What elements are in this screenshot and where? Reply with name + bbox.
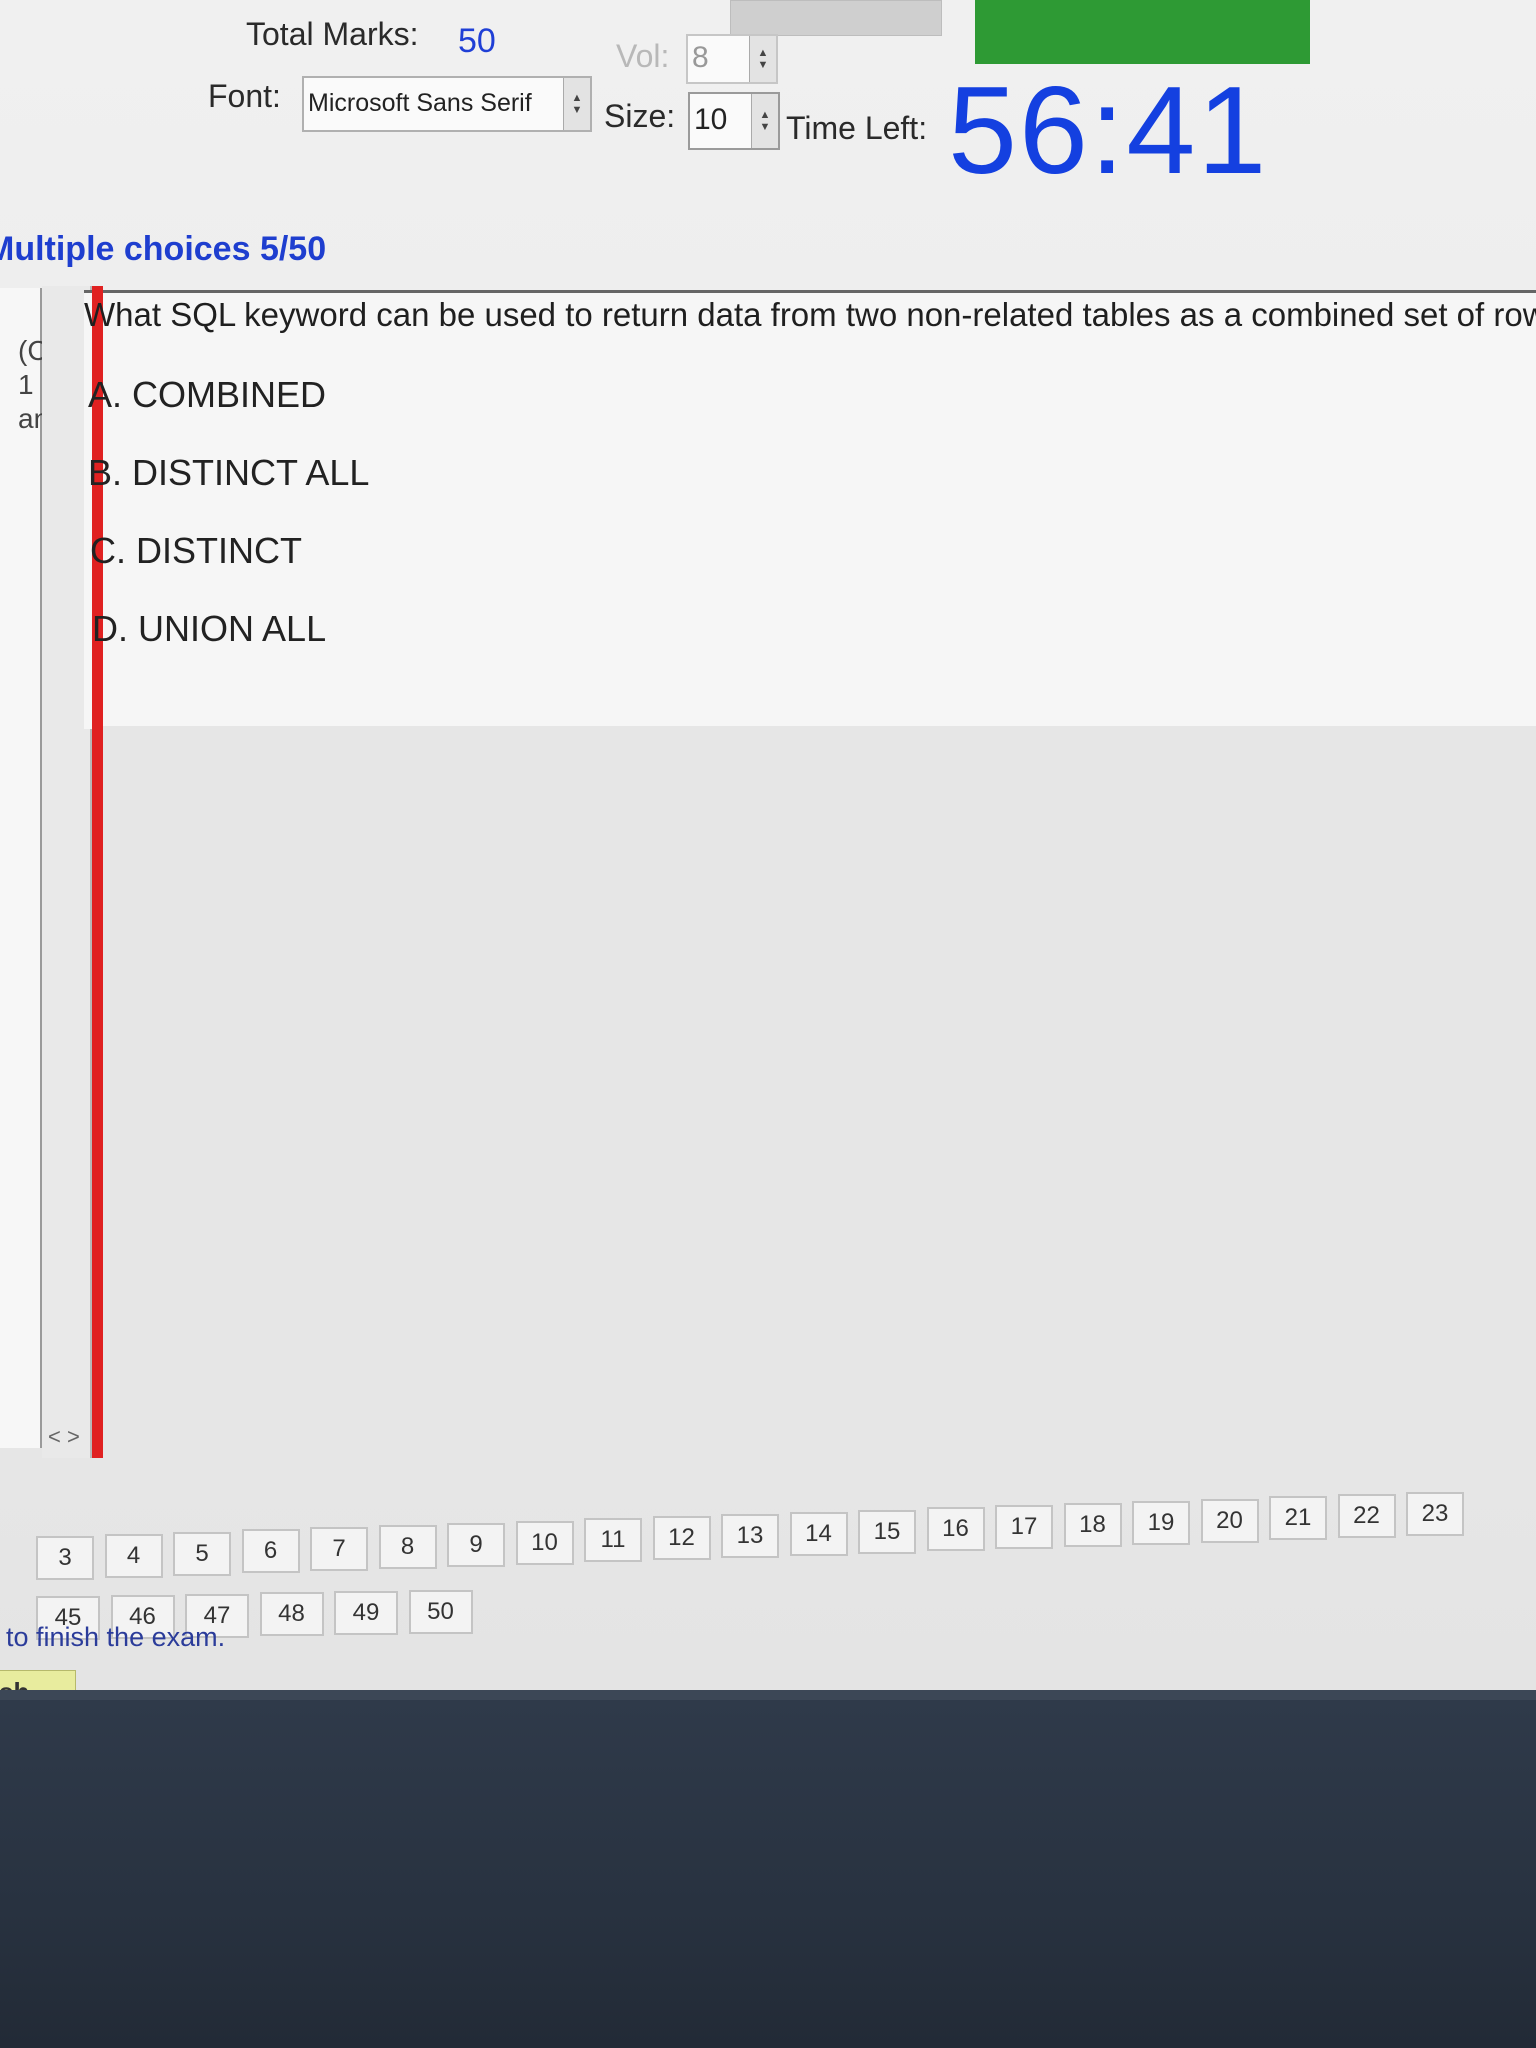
question-number-button[interactable]: 3 [36,1536,94,1580]
option-text: COMBINED [132,374,327,415]
question-number-button[interactable]: 5 [173,1531,231,1576]
vol-spin-buttons[interactable]: ▲ ▼ [749,36,776,82]
top-toolbar-button[interactable] [730,0,942,36]
question-number-button[interactable]: 22 [1337,1494,1396,1539]
horizontal-scroll-arrows[interactable]: < > [48,1424,80,1450]
question-number-button[interactable]: 6 [241,1529,300,1574]
status-indicator [975,0,1310,64]
option-text: DISTINCT [136,530,303,571]
spin-down-icon[interactable]: ▼ [758,59,769,71]
font-label: Font: [208,78,281,114]
vol-label: Vol: [616,38,670,74]
option-letter: D. [92,608,128,649]
font-selector[interactable]: Microsoft Sans Serif ▲ ▼ [302,76,592,132]
question-number-button[interactable]: 11 [584,1518,642,1563]
question-number-button[interactable]: 49 [334,1591,398,1636]
option-letter: A. [88,374,123,415]
spin-up-icon[interactable]: ▲ [758,47,769,59]
question-number-button[interactable]: 8 [378,1525,437,1569]
vol-value: 8 [692,41,709,74]
question-number-button[interactable]: 18 [1063,1503,1122,1547]
question-number-button[interactable]: 16 [926,1507,985,1552]
total-marks-label: Total Marks: [246,16,419,52]
time-left-label: Time Left: [786,110,928,146]
question-number-button[interactable]: 17 [995,1505,1053,1550]
question-number-button[interactable]: 7 [310,1527,368,1572]
vol-stepper[interactable]: 8 ▲ ▼ [686,34,778,84]
question-number-button[interactable]: 9 [447,1522,505,1567]
size-value: 10 [694,103,728,136]
question-text: What SQL keyword can be used to return d… [84,296,1536,333]
section-title: Multiple choices 5/50 [0,230,327,268]
question-number-button[interactable]: 23 [1406,1492,1464,1536]
spin-down-icon[interactable]: ▼ [760,121,771,133]
option-text: UNION ALL [138,608,327,649]
question-number-button[interactable]: 14 [789,1511,848,1556]
option-c[interactable]: C. DISTINCT [90,530,302,572]
side-info-line: (Cl [18,335,54,366]
question-number-button[interactable]: 15 [858,1509,916,1554]
side-info-line: an [18,403,50,434]
monitor-bezel [0,1700,1536,2048]
option-text: DISTINCT ALL [132,452,370,493]
question-number-button[interactable]: 12 [652,1516,711,1561]
side-info-line: 1 [18,369,34,400]
question-area [84,290,1536,729]
question-area-empty [103,726,1536,1446]
question-number-button[interactable]: 21 [1269,1496,1327,1541]
option-letter: C. [90,530,126,571]
spin-up-icon[interactable]: ▲ [572,92,583,104]
size-label: Size: [604,98,676,134]
total-marks-value: 50 [458,22,496,60]
finish-instruction: to finish the exam. [6,1622,226,1652]
spin-down-icon[interactable]: ▼ [572,104,583,116]
time-left-value: 56:41 [948,62,1269,200]
spin-up-icon[interactable]: ▲ [760,109,771,121]
option-letter: B. [88,452,123,493]
option-a[interactable]: A. COMBINED [88,374,326,416]
size-stepper[interactable]: 10 ▲ ▼ [688,92,780,150]
question-number-button[interactable]: 20 [1200,1498,1259,1543]
option-b[interactable]: B. DISTINCT ALL [88,452,369,494]
question-list-panel: (Cl 1 an [0,288,54,1448]
font-value: Microsoft Sans Serif [308,89,532,117]
question-number-button[interactable]: 4 [104,1533,163,1578]
question-number-button[interactable]: 10 [515,1520,574,1565]
exam-window: Total Marks: 50 Vol: 8 ▲ ▼ Font: Microso… [0,0,1536,1712]
option-d[interactable]: D. UNION ALL [92,608,326,650]
question-number-button[interactable]: 48 [259,1592,324,1637]
question-number-button[interactable]: 19 [1132,1500,1190,1545]
font-spin-buttons[interactable]: ▲ ▼ [563,78,590,130]
size-spin-buttons[interactable]: ▲ ▼ [751,94,778,148]
question-number-button[interactable]: 13 [721,1514,779,1558]
question-number-button[interactable]: 50 [408,1590,473,1634]
